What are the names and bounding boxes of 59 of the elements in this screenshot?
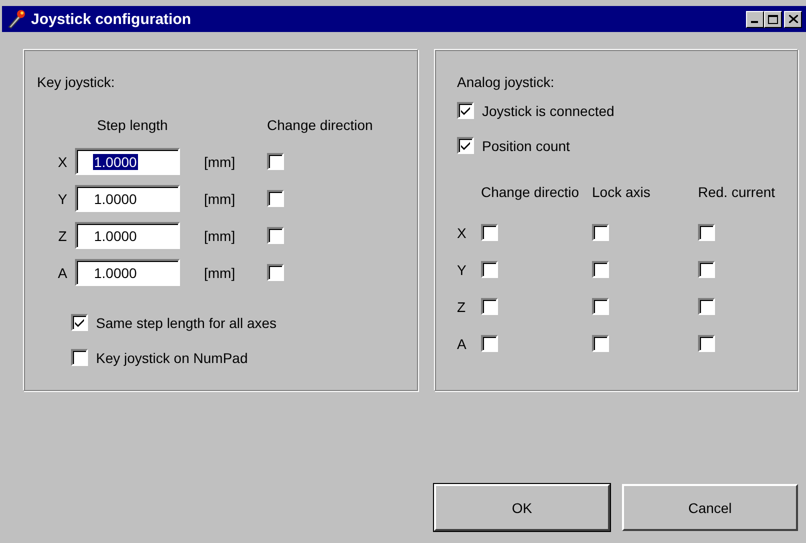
ok-button[interactable]: OK xyxy=(434,484,610,531)
checkbox-label: Position count xyxy=(482,138,570,154)
checkbox[interactable] xyxy=(698,298,715,315)
axis-label: A xyxy=(56,264,68,280)
panel-heading: Key joystick: xyxy=(37,74,116,92)
axis-label: Z xyxy=(57,228,68,244)
checkbox[interactable] xyxy=(267,227,284,244)
close-button[interactable] xyxy=(784,10,802,28)
checkbox[interactable] xyxy=(267,153,284,170)
checkbox[interactable] xyxy=(71,314,88,331)
maximize-button[interactable] xyxy=(764,10,782,28)
checkbox[interactable] xyxy=(592,224,609,241)
checkbox[interactable] xyxy=(267,190,284,207)
checkbox-label: Key joystick on NumPad xyxy=(96,350,248,366)
cancel-button[interactable]: Cancel xyxy=(622,484,798,531)
step-length-field[interactable]: 1.0000 xyxy=(75,259,180,286)
checkbox[interactable] xyxy=(481,261,498,278)
unit-label: [mm] xyxy=(204,154,236,170)
axis-label: Z xyxy=(457,298,467,314)
axis-label: X xyxy=(457,224,468,240)
check-icon xyxy=(74,318,85,328)
check-icon xyxy=(460,106,471,116)
column-header: Lock axis xyxy=(592,184,652,200)
axis-label: Y xyxy=(56,190,68,206)
checkbox[interactable] xyxy=(698,335,715,352)
unit-label: [mm] xyxy=(204,228,236,244)
step-length-field[interactable]: 1.0000 xyxy=(75,185,180,212)
unit-label: [mm] xyxy=(204,264,236,280)
checkbox[interactable] xyxy=(698,261,715,278)
checkbox-label: Same step length for all axes xyxy=(96,314,277,330)
maximize-icon xyxy=(768,14,778,24)
panel-heading: Analog joystick: xyxy=(457,74,556,92)
checkbox[interactable] xyxy=(481,335,498,352)
checkbox[interactable] xyxy=(481,224,498,241)
step-length-field[interactable]: 1.0000 xyxy=(75,148,180,175)
checkbox[interactable] xyxy=(592,335,609,352)
check-icon xyxy=(460,140,471,150)
checkbox-label: Joystick is connected xyxy=(482,102,614,118)
minimize-button[interactable] xyxy=(746,10,764,28)
checkbox[interactable] xyxy=(481,298,498,315)
column-header: Red. current xyxy=(698,184,776,200)
column-header: Change direction xyxy=(267,116,374,132)
checkbox[interactable] xyxy=(71,349,88,366)
axis-label: A xyxy=(457,336,468,352)
column-header: Step length xyxy=(97,116,169,132)
checkbox[interactable] xyxy=(457,102,474,119)
checkbox[interactable] xyxy=(592,261,609,278)
checkbox[interactable] xyxy=(457,137,474,154)
close-icon xyxy=(788,15,798,23)
axis-label: X xyxy=(56,154,68,170)
column-header: Change directio xyxy=(481,184,580,200)
axis-label: Y xyxy=(457,262,468,278)
joystick-icon xyxy=(6,9,26,29)
window-title: Joystick configuration xyxy=(31,10,192,28)
checkbox[interactable] xyxy=(592,298,609,315)
checkbox[interactable] xyxy=(698,224,715,241)
unit-label: [mm] xyxy=(204,190,236,206)
checkbox[interactable] xyxy=(267,264,284,281)
step-length-field[interactable]: 1.0000 xyxy=(75,222,180,249)
